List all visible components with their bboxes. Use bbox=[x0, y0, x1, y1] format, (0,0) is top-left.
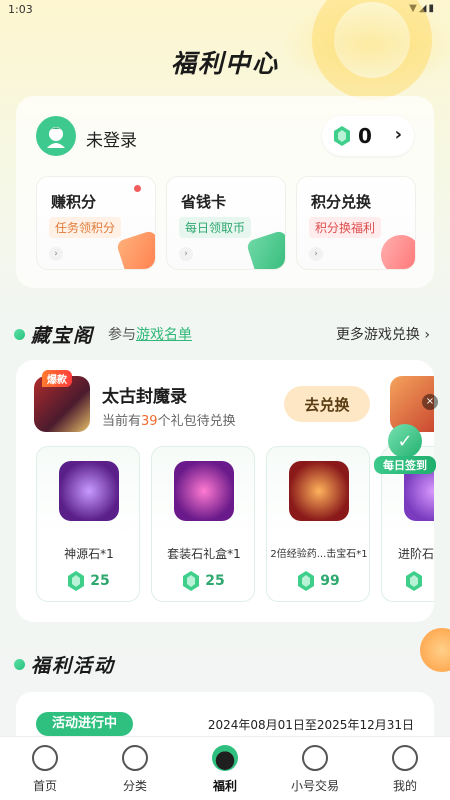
points-balance-button[interactable]: 0 › bbox=[322, 116, 414, 156]
avatar[interactable] bbox=[36, 116, 76, 156]
gift-name: 2倍经验药...击宝石*1 bbox=[270, 549, 368, 560]
gem-icon bbox=[68, 571, 85, 591]
feature-tag: 任务领积分 bbox=[49, 217, 122, 238]
bottom-nav: 首页 分类 福利 小号交易 我的 bbox=[0, 736, 450, 800]
gift-item[interactable]: 套装石礼盒*1 25 bbox=[151, 446, 255, 602]
nav-trade[interactable]: 小号交易 bbox=[270, 737, 360, 800]
section-subtitle: 参与游戏名单 bbox=[108, 324, 192, 344]
status-time: 1:03 bbox=[8, 3, 33, 16]
gift-count: 39 bbox=[141, 414, 158, 429]
game-name[interactable]: 太古封魔录 bbox=[102, 382, 187, 407]
desc-suffix: 个礼包待兑换 bbox=[157, 414, 236, 429]
subtitle-prefix: 参与 bbox=[108, 327, 137, 343]
nav-home[interactable]: 首页 bbox=[0, 737, 90, 800]
arrow-right-icon: › bbox=[179, 247, 193, 261]
section-dot-icon bbox=[14, 328, 25, 340]
feature-points-exchange[interactable]: 积分兑换 积分换福利 › bbox=[296, 176, 416, 270]
daily-checkin-button[interactable]: ✓ 每日签到 bbox=[374, 424, 436, 476]
price-value: 25 bbox=[90, 573, 110, 589]
nav-category[interactable]: 分类 bbox=[90, 737, 180, 800]
orange-decoration bbox=[420, 628, 450, 672]
arrow-right-icon: › bbox=[49, 247, 63, 261]
section-dot-icon bbox=[14, 658, 25, 670]
user-card: 未登录 0 › 赚积分 任务领积分 › 省钱卡 每日领取币 › 积分兑换 积分换… bbox=[16, 96, 434, 288]
game-list-link[interactable]: 游戏名单 bbox=[136, 327, 192, 343]
coin-decoration-icon bbox=[115, 229, 155, 269]
feature-title: 赚积分 bbox=[51, 193, 97, 211]
activity-section-header: 福利活动 bbox=[14, 650, 115, 678]
close-icon[interactable]: × bbox=[422, 394, 438, 410]
gift-price: 25 bbox=[152, 571, 256, 591]
treasure-card: 爆款 太古封魔录 当前有39个礼包待兑换 去兑换 神源石*1 25 套装石礼盒*… bbox=[16, 360, 434, 622]
feature-earn-points[interactable]: 赚积分 任务领积分 › bbox=[36, 176, 156, 270]
nav-label: 首页 bbox=[32, 779, 57, 793]
feature-tag: 每日领取币 bbox=[179, 217, 252, 238]
activity-date-range: 2024年08月01日至2025年12月31日 bbox=[207, 718, 414, 732]
gift-item[interactable]: 神源石*1 25 bbox=[36, 446, 140, 602]
more-games-link[interactable]: 更多游戏兑换 › bbox=[336, 324, 430, 344]
game-desc: 当前有39个礼包待兑换 bbox=[102, 410, 236, 429]
gift-price bbox=[382, 571, 434, 591]
login-status[interactable]: 未登录 bbox=[86, 126, 137, 151]
price-value: 25 bbox=[205, 573, 225, 589]
feature-savings-card[interactable]: 省钱卡 每日领取币 › bbox=[166, 176, 286, 270]
trade-icon bbox=[302, 745, 328, 771]
gift-name: 进阶石 bbox=[398, 547, 434, 561]
hot-badge: 爆款 bbox=[42, 370, 72, 387]
redeem-button[interactable]: 去兑换 bbox=[284, 386, 370, 422]
user-avatar-icon bbox=[47, 127, 65, 148]
chevron-right-icon: › bbox=[394, 124, 402, 145]
gamepad-decoration-icon bbox=[375, 229, 415, 269]
card-decoration-icon bbox=[245, 229, 285, 269]
gamepad-icon bbox=[122, 745, 148, 771]
gem-icon bbox=[183, 571, 200, 591]
gift-name: 神源石*1 bbox=[64, 547, 114, 561]
page-title: 福利中心 bbox=[170, 49, 279, 78]
gift-name: 套装石礼盒*1 bbox=[167, 547, 241, 561]
feature-title: 省钱卡 bbox=[181, 193, 227, 211]
notification-dot bbox=[134, 185, 141, 192]
points-value: 0 bbox=[358, 124, 372, 148]
arrow-right-icon: › bbox=[309, 247, 323, 261]
gift-image bbox=[174, 461, 234, 521]
checkmark-icon: ✓ bbox=[388, 424, 422, 458]
section-title: 藏宝阁 bbox=[31, 324, 95, 347]
gift-image bbox=[289, 461, 349, 521]
nav-welfare[interactable]: 福利 bbox=[180, 737, 270, 800]
section-title: 福利活动 bbox=[31, 654, 116, 677]
treasure-section-header: 藏宝阁 参与游戏名单 bbox=[14, 320, 192, 348]
gem-icon bbox=[334, 126, 350, 146]
gift-price: 25 bbox=[37, 571, 141, 591]
gift-bag-icon bbox=[212, 745, 238, 771]
nav-label: 我的 bbox=[392, 779, 417, 793]
nav-label: 福利 bbox=[212, 779, 237, 793]
feature-tag: 积分换福利 bbox=[309, 217, 382, 238]
nav-label: 分类 bbox=[122, 779, 147, 793]
nav-label: 小号交易 bbox=[290, 779, 339, 793]
activity-status-badge: 活动进行中 bbox=[36, 712, 134, 736]
price-value: 99 bbox=[320, 573, 340, 589]
desc-prefix: 当前有 bbox=[102, 414, 142, 429]
gift-item[interactable]: 2倍经验药...击宝石*1 99 bbox=[266, 446, 370, 602]
gem-icon bbox=[298, 571, 315, 591]
profile-icon bbox=[392, 745, 418, 771]
feature-title: 积分兑换 bbox=[311, 193, 372, 211]
gem-icon bbox=[406, 571, 422, 591]
nav-profile[interactable]: 我的 bbox=[360, 737, 450, 800]
home-icon bbox=[32, 745, 58, 771]
gift-image bbox=[59, 461, 119, 521]
gift-price: 99 bbox=[267, 571, 371, 591]
checkin-label: 每日签到 bbox=[374, 456, 436, 474]
